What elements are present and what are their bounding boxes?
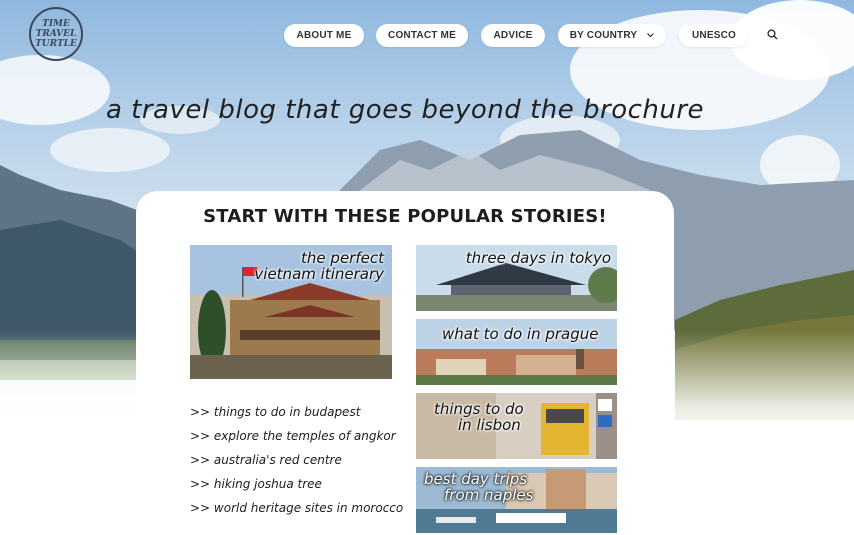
section-title: START WITH THESE POPULAR STORIES! [203,206,607,227]
nav-contact-me-label: CONTACT ME [388,30,456,41]
link-angkor[interactable]: >> explore the temples of angkor [190,427,403,451]
search-button[interactable] [762,24,783,45]
nav-advice-label: ADVICE [493,30,533,41]
nav-by-country[interactable]: BY COUNTRY [558,24,666,47]
lisbon-title-line-2: in lisbon [458,416,521,434]
story-tile-vietnam[interactable]: the perfect vietnam itinerary [190,245,392,379]
naples-title-line-1: best day trips [424,470,528,488]
link-joshua-tree[interactable]: >> hiking joshua tree [190,475,403,499]
story-tile-prague[interactable]: what to do in prague [416,319,617,385]
nav-by-country-label: BY COUNTRY [569,30,638,41]
prague-title: what to do in prague [442,325,599,343]
lisbon-title-line-1: things to do [434,400,524,418]
nav-unesco-label: UNESCO [692,30,736,41]
link-red-centre[interactable]: >> australia's red centre [190,451,403,475]
vietnam-title-line-1: the perfect [301,249,384,267]
story-tile-tokyo[interactable]: three days in tokyo [416,245,617,311]
logo-line-3: TURTLE [35,39,77,49]
vietnam-title: the perfect vietnam itinerary [254,250,384,282]
nav-about-me-label: ABOUT ME [296,30,352,41]
nav-unesco[interactable]: UNESCO [679,24,749,47]
site-logo[interactable]: TIME TRAVEL TURTLE [29,7,83,61]
lisbon-title: things to do in lisbon [434,401,524,433]
story-tile-lisbon[interactable]: things to do in lisbon [416,393,617,459]
link-budapest[interactable]: >> things to do in budapest [190,403,403,427]
site-tagline: a travel blog that goes beyond the broch… [105,95,705,125]
nav-contact-me[interactable]: CONTACT ME [376,24,468,47]
link-morocco[interactable]: >> world heritage sites in morocco [190,499,403,523]
search-icon [767,29,778,40]
tokyo-title: three days in tokyo [465,249,611,267]
naples-title: best day trips from naples [424,471,533,503]
popular-links-list: >> things to do in budapest >> explore t… [190,403,403,523]
logo-line-1: TIME [42,19,70,29]
chevron-down-icon [647,33,655,38]
nav-advice[interactable]: ADVICE [481,24,545,47]
logo-line-2: TRAVEL [35,29,77,39]
story-tile-naples[interactable]: best day trips from naples [416,467,617,533]
nav-about-me[interactable]: ABOUT ME [284,24,364,47]
naples-title-line-2: from naples [444,486,534,504]
vietnam-title-line-2: vietnam itinerary [254,265,384,283]
